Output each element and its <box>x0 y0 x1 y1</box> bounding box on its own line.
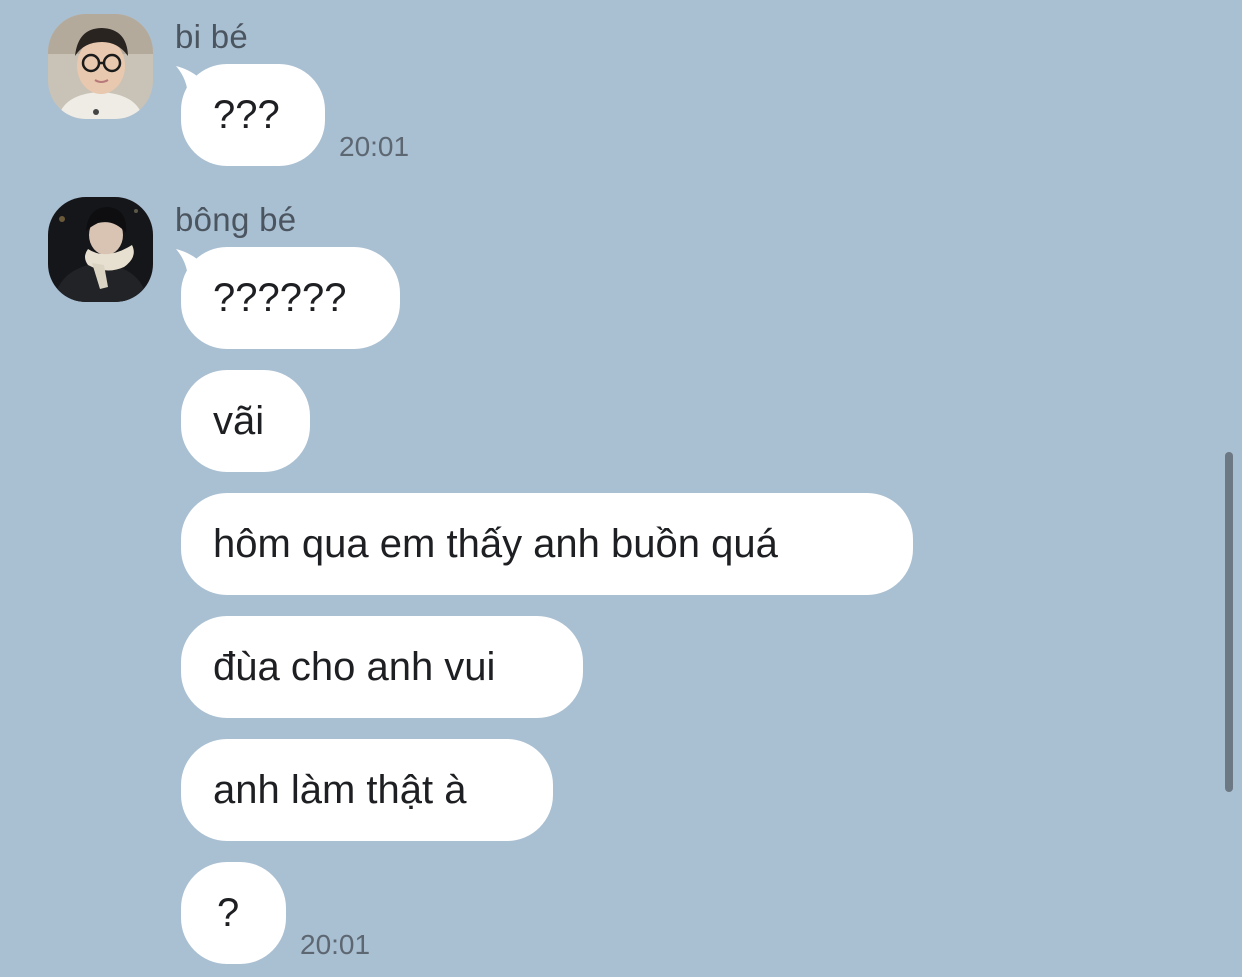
message-time: 20:01 <box>300 929 371 960</box>
avatar-bi-be[interactable] <box>48 14 153 119</box>
sender-name: bông bé <box>175 201 297 238</box>
scrollbar-thumb[interactable] <box>1225 452 1233 792</box>
message-bubble[interactable]: vãi <box>181 370 310 472</box>
message-time: 20:01 <box>339 131 410 162</box>
message-bubble[interactable]: anh làm thật à <box>181 739 553 841</box>
avatar-photo-scarf-icon <box>48 197 153 302</box>
avatar-photo-glasses-icon <box>48 14 153 119</box>
message-bubble[interactable]: ? <box>181 862 286 964</box>
avatar-bong-be[interactable] <box>48 197 153 302</box>
message-bubble[interactable]: đùa cho anh vui <box>181 616 583 718</box>
message-bubble[interactable]: hôm qua em thấy anh buồn quá <box>181 493 913 595</box>
message-bubble[interactable]: ??? <box>181 64 325 166</box>
message-bubble[interactable]: ?????? <box>181 247 400 349</box>
sender-name: bi bé <box>175 18 249 55</box>
